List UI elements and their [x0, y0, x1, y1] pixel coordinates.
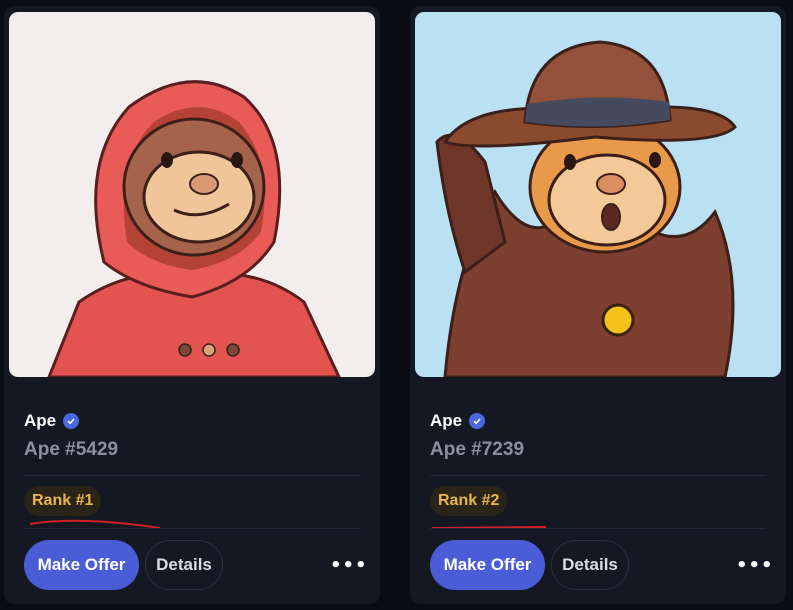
red-annotation-underline	[431, 526, 547, 529]
collection-row: Ape	[430, 411, 486, 431]
divider	[24, 528, 360, 529]
rank-badge: Rank #1	[24, 486, 102, 516]
divider	[430, 475, 766, 476]
verified-badge-icon	[469, 413, 486, 429]
ape-cowboy-artwork	[415, 12, 781, 377]
token-name: Ape #5429	[24, 439, 119, 460]
nft-card-ape-7239[interactable]: Ape Ape #7239 Rank #2 Make Offer Details…	[410, 6, 786, 604]
nft-image[interactable]	[415, 12, 781, 377]
verified-badge-icon	[63, 413, 80, 429]
red-annotation-underline	[29, 519, 161, 529]
collection-row: Ape	[24, 411, 80, 431]
divider	[430, 528, 766, 529]
details-button[interactable]: Details	[145, 540, 223, 590]
collection-name[interactable]: Ape	[430, 411, 462, 431]
make-offer-button[interactable]: Make Offer	[430, 540, 545, 590]
rank-badge: Rank #2	[430, 486, 508, 516]
nft-card-ape-5429[interactable]: Ape Ape #5429 Rank #1 Make Offer Details…	[4, 6, 380, 604]
ape-hoodie-artwork	[9, 12, 375, 377]
details-button[interactable]: Details	[551, 540, 629, 590]
collection-name[interactable]: Ape	[24, 411, 56, 431]
nft-image[interactable]	[9, 12, 375, 377]
more-options-icon[interactable]: •••	[736, 552, 773, 578]
make-offer-button[interactable]: Make Offer	[24, 540, 139, 590]
more-options-icon[interactable]: •••	[330, 552, 367, 578]
token-name: Ape #7239	[430, 439, 525, 460]
divider	[24, 475, 360, 476]
